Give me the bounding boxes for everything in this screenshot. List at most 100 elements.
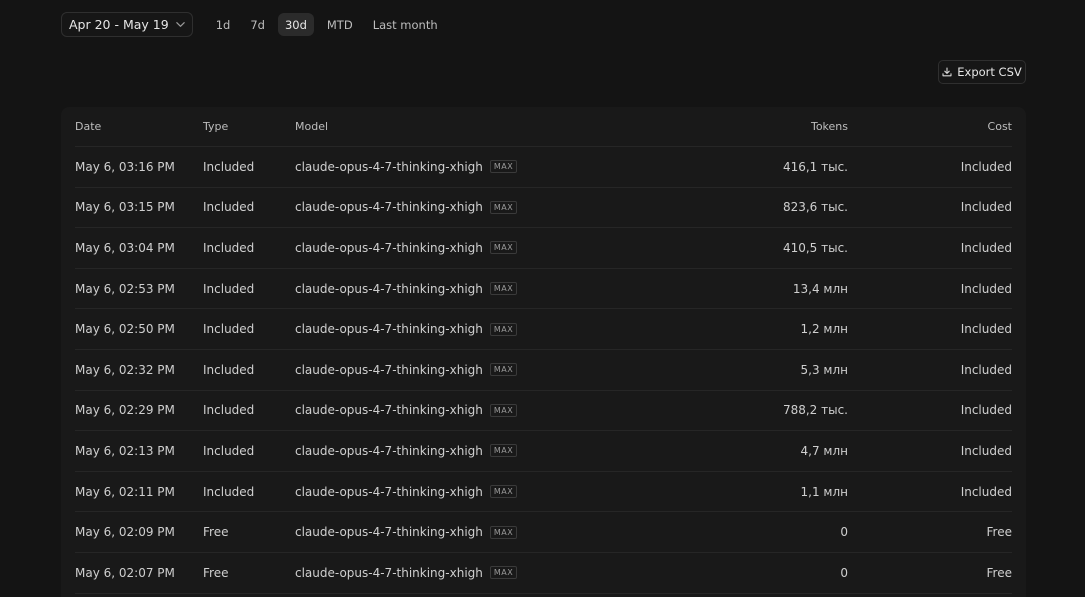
column-header-model: Model [295,120,329,133]
row-cost: Included [960,159,1012,174]
row-tokens: 788,2 тыс. [782,403,848,418]
usage-page: Apr 20 - May 19 1d 7d 30d MTD Last month… [0,0,1085,597]
max-badge: MAX [489,322,518,336]
row-cost: Included [960,403,1012,418]
table-row: May 6, 02:53 PM Included claude-opus-4-7-t… [75,269,1012,310]
row-cost: Free [986,525,1012,540]
table-row: May 6, 02:07 PM Free claude-opus-4-7-think… [75,553,1012,594]
row-cost: Included [960,322,1012,337]
row-date: May 6, 02:29 PM [75,403,175,418]
row-type: Included [203,281,255,296]
row-model: claude-opus-4-7-thinking-xhigh MAX [295,188,518,228]
row-tokens: 4,7 млн [800,443,848,458]
range-last-month-button[interactable]: Last month [366,13,445,36]
max-badge: MAX [489,525,518,539]
model-name: claude-opus-4-7-thinking-xhigh [295,525,483,540]
model-name: claude-opus-4-7-thinking-xhigh [295,443,483,458]
row-tokens: 410,5 тыс. [782,240,848,255]
usage-table: Date Type Model Tokens Cost May 6, 03:16… [75,107,1012,594]
row-model: claude-opus-4-7-thinking-xhigh MAX [295,553,518,593]
row-tokens: 1,2 млн [800,322,848,337]
column-header-date: Date [75,120,102,133]
row-date: May 6, 02:53 PM [75,281,175,296]
row-model: claude-opus-4-7-thinking-xhigh MAX [295,309,518,349]
table-row: May 6, 03:04 PM Included claude-opus-4-7-t… [75,228,1012,269]
max-badge: MAX [489,160,518,174]
row-type: Included [203,240,255,255]
row-type: Included [203,159,255,174]
date-filter-bar: Apr 20 - May 19 1d 7d 30d MTD Last month [61,12,445,37]
row-date: May 6, 02:50 PM [75,322,175,337]
row-model: claude-opus-4-7-thinking-xhigh MAX [295,147,518,187]
table-header-row: Date Type Model Tokens Cost [75,107,1012,147]
table-body: May 6, 03:16 PM Included claude-opus-4-7-t… [75,147,1012,594]
row-model: claude-opus-4-7-thinking-xhigh MAX [295,512,518,552]
row-model: claude-opus-4-7-thinking-xhigh MAX [295,269,518,309]
table-row: May 6, 02:50 PM Included claude-opus-4-7-t… [75,309,1012,350]
row-tokens: 0 [840,565,848,580]
max-badge: MAX [489,282,518,296]
export-csv-button[interactable]: Export CSV [938,60,1026,84]
row-date: May 6, 03:16 PM [75,159,175,174]
export-csv-label: Export CSV [957,65,1022,79]
column-header-tokens: Tokens [810,120,848,133]
model-name: claude-opus-4-7-thinking-xhigh [295,565,483,580]
row-type: Included [203,322,255,337]
date-range-picker[interactable]: Apr 20 - May 19 [61,12,193,37]
row-type: Included [203,484,255,499]
row-date: May 6, 02:11 PM [75,484,175,499]
row-tokens: 823,6 тыс. [782,200,848,215]
range-30d-button[interactable]: 30d [277,13,314,36]
range-1d-button[interactable]: 1d [209,13,238,36]
chevron-down-icon [175,22,185,27]
column-header-cost: Cost [987,120,1012,133]
range-mtd-button[interactable]: MTD [320,13,360,36]
table-row: May 6, 02:32 PM Included claude-opus-4-7-t… [75,350,1012,391]
row-date: May 6, 02:13 PM [75,443,175,458]
max-badge: MAX [489,444,518,458]
max-badge: MAX [489,363,518,377]
model-name: claude-opus-4-7-thinking-xhigh [295,403,483,418]
row-model: claude-opus-4-7-thinking-xhigh MAX [295,350,518,390]
row-tokens: 416,1 тыс. [782,159,848,174]
row-model: claude-opus-4-7-thinking-xhigh MAX [295,431,518,471]
row-date: May 6, 02:32 PM [75,362,175,377]
row-tokens: 1,1 млн [800,484,848,499]
download-icon [942,67,952,77]
row-cost: Included [960,240,1012,255]
date-range-label: Apr 20 - May 19 [69,17,169,32]
row-model: claude-opus-4-7-thinking-xhigh MAX [295,391,518,431]
row-cost: Included [960,484,1012,499]
table-row: May 6, 02:29 PM Included claude-opus-4-7-t… [75,391,1012,432]
row-tokens: 13,4 млн [792,281,848,296]
row-tokens: 5,3 млн [800,362,848,377]
row-cost: Included [960,443,1012,458]
max-badge: MAX [489,566,518,580]
table-row: May 6, 02:13 PM Included claude-opus-4-7-t… [75,431,1012,472]
row-date: May 6, 03:04 PM [75,240,175,255]
usage-table-card: Date Type Model Tokens Cost May 6, 03:16… [61,107,1026,597]
row-type: Included [203,200,255,215]
range-7d-button[interactable]: 7d [243,13,272,36]
column-header-type: Type [203,120,229,133]
model-name: claude-opus-4-7-thinking-xhigh [295,281,483,296]
model-name: claude-opus-4-7-thinking-xhigh [295,159,483,174]
max-badge: MAX [489,241,518,255]
table-row: May 6, 03:15 PM Included claude-opus-4-7-t… [75,188,1012,229]
row-model: claude-opus-4-7-thinking-xhigh MAX [295,472,518,512]
row-cost: Free [986,565,1012,580]
row-tokens: 0 [840,525,848,540]
row-date: May 6, 02:09 PM [75,525,175,540]
row-type: Included [203,362,255,377]
table-row: May 6, 02:09 PM Free claude-opus-4-7-think… [75,512,1012,553]
max-badge: MAX [489,485,518,499]
table-row: May 6, 03:16 PM Included claude-opus-4-7-t… [75,147,1012,188]
max-badge: MAX [489,200,518,214]
row-type: Free [203,565,229,580]
row-date: May 6, 02:07 PM [75,565,175,580]
row-type: Included [203,443,255,458]
model-name: claude-opus-4-7-thinking-xhigh [295,484,483,499]
row-type: Included [203,403,255,418]
row-cost: Included [960,362,1012,377]
row-type: Free [203,525,229,540]
